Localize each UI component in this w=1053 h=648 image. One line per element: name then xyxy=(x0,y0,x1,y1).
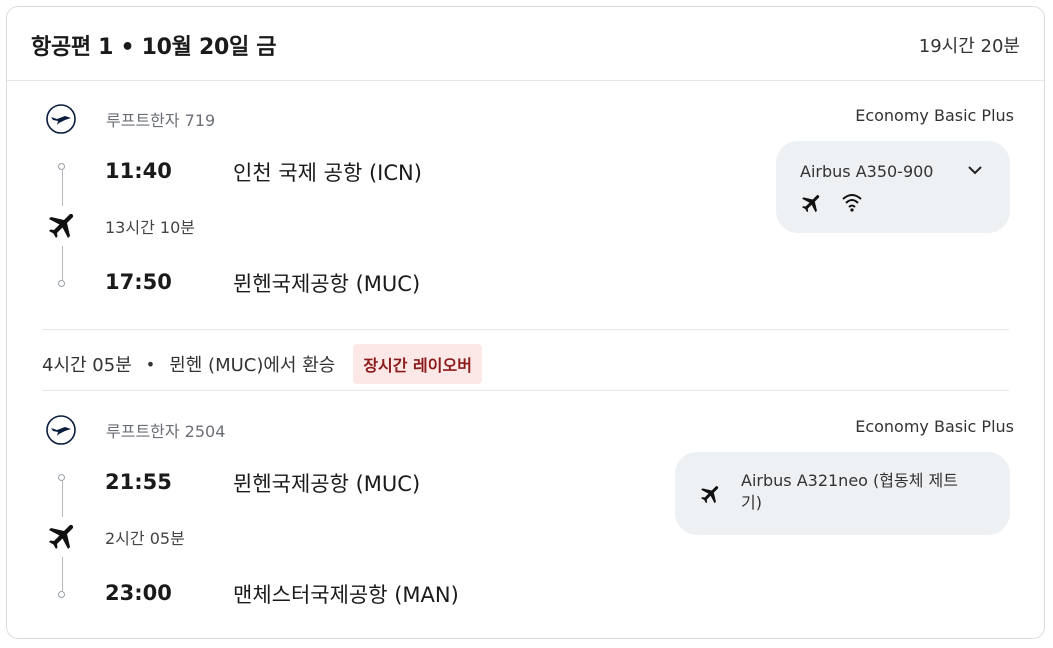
separator: • xyxy=(145,354,156,374)
arrival-time: 23:00 xyxy=(105,581,172,605)
divider xyxy=(42,390,1009,391)
arrival-airport: 뮌헨국제공항 (MUC) xyxy=(233,272,421,296)
cabin-class: Economy Basic Plus xyxy=(855,417,1014,436)
plane-amenity-icon xyxy=(701,486,719,504)
aircraft-name: Airbus A321neo (협동체 제트 기) xyxy=(741,470,991,514)
lufthansa-logo-icon xyxy=(46,415,76,445)
timeline-line xyxy=(62,557,63,591)
departure-dot xyxy=(58,163,65,170)
departure-airport: 인천 국제 공항 (ICN) xyxy=(233,161,422,185)
airline-name: 루프트한자 719 xyxy=(106,111,216,130)
plane-amenity-icon xyxy=(802,195,820,213)
long-layover-badge: 장시간 레이오버 xyxy=(353,344,482,384)
aircraft-info: Airbus A321neo (협동체 제트 기) xyxy=(675,452,1010,535)
flight-details-card: 항공편 1 • 10월 20일 금 19시간 20분 루프트한자 719 Eco… xyxy=(6,6,1045,639)
layover-location: 뮌헨 (MUC)에서 환승 xyxy=(169,355,336,376)
departure-airport: 뮌헨국제공항 (MUC) xyxy=(233,472,421,496)
timeline-line xyxy=(62,170,63,206)
arrival-airport: 맨체스터국제공항 (MAN) xyxy=(233,583,459,607)
leg-duration: 2시간 05분 xyxy=(105,529,185,548)
total-duration: 19시간 20분 xyxy=(918,36,1020,57)
divider xyxy=(42,329,1009,330)
cabin-class: Economy Basic Plus xyxy=(855,106,1014,125)
departure-dot xyxy=(58,474,65,481)
arrival-dot xyxy=(58,591,65,598)
layover-duration: 4시간 05분 xyxy=(42,355,132,376)
airplane-icon xyxy=(48,213,74,239)
departure-time: 21:55 xyxy=(105,470,172,494)
airplane-icon xyxy=(48,524,74,550)
flight-header: 항공편 1 • 10월 20일 금 19시간 20분 xyxy=(7,7,1044,81)
lufthansa-logo-icon xyxy=(46,104,76,134)
aircraft-name-line2: 기) xyxy=(741,493,762,512)
departure-time: 11:40 xyxy=(105,159,172,183)
timeline-line xyxy=(62,246,63,280)
aircraft-name: Airbus A350-900 xyxy=(800,162,934,181)
chevron-down-icon[interactable] xyxy=(966,163,984,177)
layover-info: 4시간 05분 • 뮌헨 (MUC)에서 환승 장시간 레이오버 xyxy=(42,344,482,384)
aircraft-info-dropdown[interactable]: Airbus A350-900 xyxy=(776,141,1010,233)
wifi-icon xyxy=(842,194,862,212)
airline-name: 루프트한자 2504 xyxy=(106,422,226,441)
arrival-dot xyxy=(58,280,65,287)
leg-duration: 13시간 10분 xyxy=(105,218,195,237)
timeline-line xyxy=(62,481,63,517)
flight-title: 항공편 1 • 10월 20일 금 xyxy=(31,35,277,60)
arrival-time: 17:50 xyxy=(105,270,172,294)
aircraft-name-line1: Airbus A321neo (협동체 제트 xyxy=(741,471,958,490)
